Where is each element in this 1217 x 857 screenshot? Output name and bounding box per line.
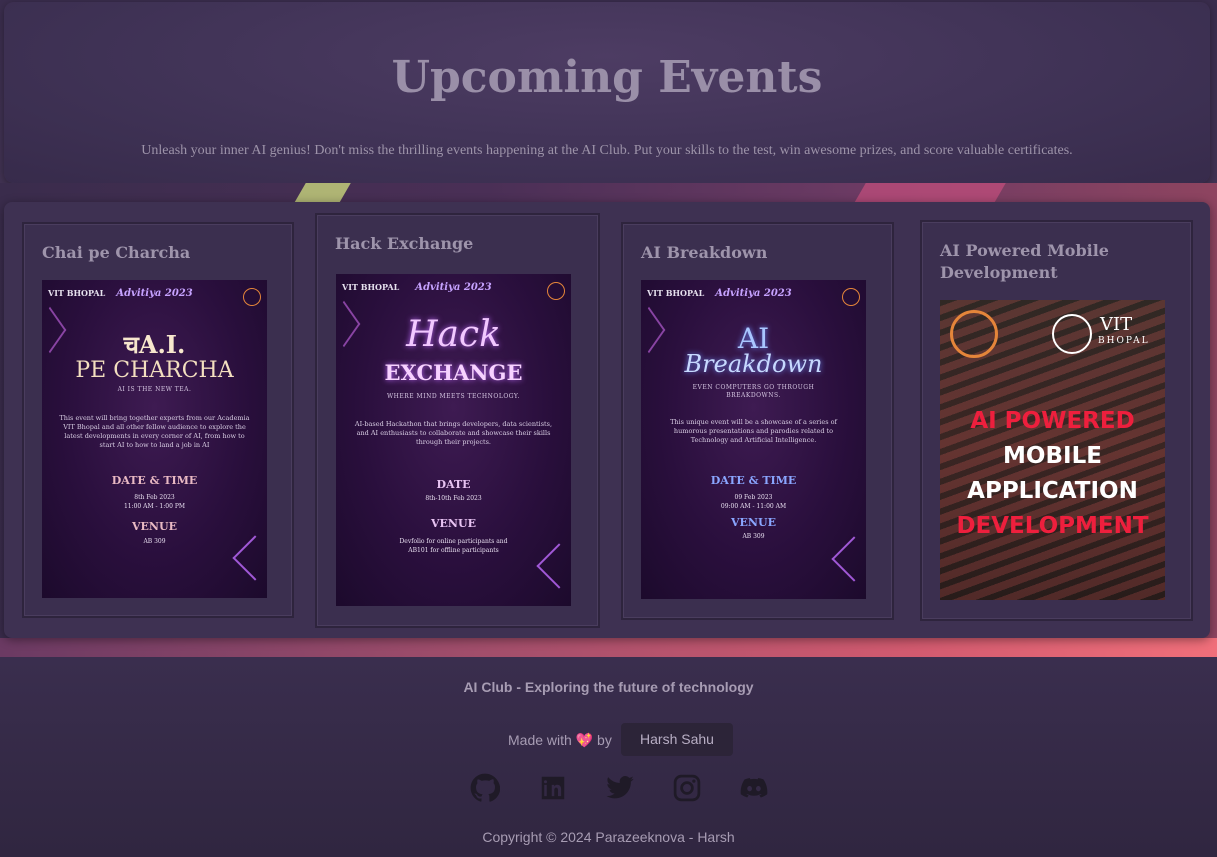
event-poster[interactable]: VIT BHOPAL Advitiya 2023 Hack EXCHANGE W… bbox=[336, 274, 571, 606]
event-title: AI Breakdown bbox=[641, 243, 768, 262]
twitter-icon[interactable] bbox=[605, 773, 635, 803]
poster-tagline: AI IS THE NEW TEA. bbox=[117, 386, 192, 393]
event-title: AI Powered Mobile Development bbox=[940, 241, 1109, 282]
poster-line: DEVELOPMENT bbox=[956, 513, 1149, 539]
poster-description: AI-based Hackathon that brings developer… bbox=[354, 420, 553, 446]
poster-venue-heading: VENUE bbox=[431, 517, 476, 530]
poster-heading: PE CHARCHA bbox=[75, 358, 234, 383]
poster-heading: EXCHANGE bbox=[384, 360, 523, 385]
poster-venue-heading: VENUE bbox=[132, 520, 177, 533]
event-card-hack-exchange[interactable]: Hack Exchange VIT BHOPAL Advitiya 2023 H… bbox=[315, 213, 600, 628]
vit-logo: VIT BHOPAL bbox=[647, 288, 705, 298]
poster-line: MOBILE bbox=[1003, 443, 1102, 469]
poster-description: This unique event will be a showcase of … bbox=[670, 418, 837, 444]
poster-heading: Hack bbox=[406, 314, 501, 355]
poster-date-heading: DATE & TIME bbox=[710, 474, 797, 487]
poster-heading: Breakdown bbox=[684, 350, 823, 378]
poster-venue: AB 309 bbox=[143, 538, 166, 545]
event-poster[interactable]: VIT BHOPAL Advitiya 2023 AI Breakdown EV… bbox=[641, 280, 866, 599]
poster-tagline: BREAKDOWNS. bbox=[726, 392, 781, 399]
hero-subtitle: Unleash your inner AI genius! Don't miss… bbox=[141, 143, 1073, 158]
poster-venue: AB101 for offline participants bbox=[408, 547, 499, 554]
event-card-chai-pe-charcha[interactable]: Chai pe Charcha VIT BHOPAL Advitiya 2023… bbox=[22, 222, 294, 618]
linkedin-icon[interactable] bbox=[538, 773, 568, 803]
poster-tagline: EVEN COMPUTERS GO THROUGH bbox=[692, 384, 815, 391]
decorative-streak bbox=[854, 183, 1006, 203]
vit-logo: VIT BHOPAL bbox=[342, 282, 400, 292]
event-title: Hack Exchange bbox=[335, 234, 474, 253]
event-card-ai-breakdown[interactable]: AI Breakdown VIT BHOPAL Advitiya 2023 AI… bbox=[621, 222, 894, 620]
made-with-label: Made with bbox=[508, 732, 572, 748]
advitiya-logo: Advitiya 2023 bbox=[415, 282, 492, 293]
footer: AI Club - Exploring the future of techno… bbox=[0, 657, 1217, 857]
poster-line: APPLICATION bbox=[967, 478, 1138, 504]
decorative-band bbox=[0, 638, 1217, 658]
poster-venue: AB 309 bbox=[742, 533, 765, 540]
advitiya-logo: Advitiya 2023 bbox=[715, 288, 792, 299]
ai-club-logo-icon bbox=[547, 282, 565, 300]
ai-club-logo-icon bbox=[842, 288, 860, 306]
instagram-icon[interactable] bbox=[672, 773, 702, 803]
by-label: by bbox=[597, 732, 612, 748]
discord-icon[interactable] bbox=[739, 773, 769, 803]
poster-venue: Devfolio for online participants and bbox=[399, 538, 508, 545]
event-title: Chai pe Charcha bbox=[42, 243, 191, 262]
ai-club-logo-icon bbox=[243, 288, 261, 306]
poster-heading: चA.I. bbox=[123, 330, 186, 359]
heart-icon: 💖 bbox=[575, 732, 594, 748]
poster-date: 8th Feb 2023 bbox=[134, 494, 175, 501]
poster-time: 09:00 AM - 11:00 AM bbox=[720, 503, 787, 510]
author-link[interactable]: Harsh Sahu bbox=[621, 723, 733, 756]
social-links bbox=[470, 773, 770, 803]
event-poster[interactable]: VIT BHOPAL Advitiya 2023 चA.I. PE CHARCH… bbox=[42, 280, 267, 598]
github-icon[interactable] bbox=[470, 773, 501, 803]
poster-venue-heading: VENUE bbox=[731, 516, 776, 529]
vit-seal-icon bbox=[1052, 314, 1092, 354]
poster-tagline: WHERE MIND MEETS TECHNOLOGY. bbox=[386, 393, 521, 400]
poster-date-heading: DATE bbox=[436, 478, 471, 491]
poster-line: AI POWERED bbox=[970, 408, 1135, 434]
decorative-streak bbox=[294, 183, 351, 203]
footer-tagline: AI Club - Exploring the future of techno… bbox=[463, 679, 754, 695]
hero-section: Upcoming Events Unleash your inner AI ge… bbox=[4, 2, 1210, 183]
vit-logo: VIT BHOPAL bbox=[48, 288, 106, 298]
poster-date: 8th-10th Feb 2023 bbox=[425, 495, 482, 502]
poster-time: 11:00 AM - 1:00 PM bbox=[123, 503, 186, 510]
ai-club-logo-icon bbox=[950, 310, 998, 358]
event-poster[interactable]: VIT BHOPAL AI POWERED MOBILE APPLICATION… bbox=[940, 300, 1165, 600]
chevron-decoration-icon bbox=[831, 536, 866, 582]
advitiya-logo: Advitiya 2023 bbox=[116, 288, 193, 299]
poster-description: This event will bring together experts f… bbox=[59, 414, 250, 449]
poster-date: 09 Feb 2023 bbox=[734, 494, 773, 501]
page-title: Upcoming Events bbox=[391, 52, 823, 103]
copyright-text: Copyright © 2024 Parazeeknova - Harsh bbox=[482, 829, 735, 845]
event-card-ai-powered-mobile-development[interactable]: AI Powered Mobile Development VIT BHOPAL… bbox=[920, 220, 1193, 621]
poster-date-heading: DATE & TIME bbox=[111, 474, 198, 487]
vit-logo-text: VIT bbox=[1100, 314, 1133, 335]
made-with-text: Made with 💖 by bbox=[508, 732, 612, 749]
vit-logo-subtext: BHOPAL bbox=[1098, 336, 1150, 346]
